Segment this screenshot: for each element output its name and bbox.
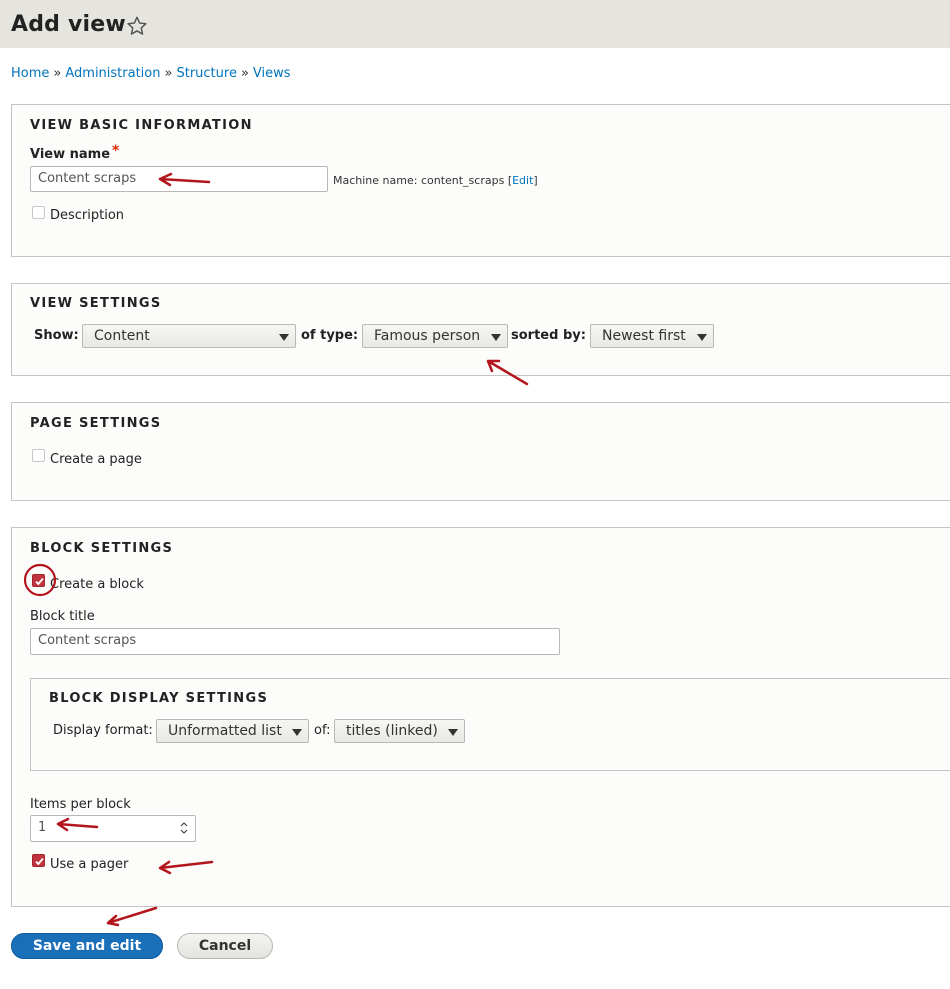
star-icon[interactable] <box>126 15 148 37</box>
chevron-down-icon <box>292 729 302 736</box>
description-checkbox[interactable] <box>32 206 45 219</box>
page-title: Add view <box>11 12 126 37</box>
use-pager-checkbox[interactable] <box>32 854 45 867</box>
items-per-block-input[interactable]: 1 <box>30 815 196 842</box>
block-settings-legend: BLOCK SETTINGS <box>30 541 174 556</box>
of-select[interactable]: titles (linked) <box>334 719 465 743</box>
sorted-select-value: Newest first <box>602 328 686 344</box>
chevron-down-icon <box>279 334 289 341</box>
breadcrumb-home[interactable]: Home <box>11 66 49 81</box>
page-settings-panel: PAGE SETTINGS Create a page <box>11 402 950 501</box>
create-page-checkbox[interactable] <box>32 449 45 462</box>
of-select-value: titles (linked) <box>346 723 438 739</box>
breadcrumb-separator: » <box>240 66 249 81</box>
breadcrumb-structure[interactable]: Structure <box>176 66 236 81</box>
stepper-arrows-icon[interactable] <box>179 820 189 836</box>
chevron-down-icon <box>491 334 501 341</box>
items-per-block-label: Items per block <box>30 797 131 812</box>
breadcrumb-separator: » <box>53 66 62 81</box>
display-format-value: Unformatted list <box>168 723 282 739</box>
cancel-button[interactable]: Cancel <box>177 933 273 959</box>
sorted-select[interactable]: Newest first <box>590 324 714 348</box>
machine-name-value: Machine name: content_scraps <box>333 174 505 187</box>
page-settings-legend: PAGE SETTINGS <box>30 416 162 431</box>
show-select-value: Content <box>94 328 150 344</box>
view-basic-information-panel: VIEW BASIC INFORMATION View name * Conte… <box>11 104 950 257</box>
block-settings-panel: BLOCK SETTINGS Create a block Block titl… <box>11 527 950 907</box>
sorted-by-label: sorted by: <box>511 328 586 343</box>
block-title-label: Block title <box>30 609 95 624</box>
arrow-icon <box>106 906 158 927</box>
block-display-settings-legend: BLOCK DISPLAY SETTINGS <box>49 691 269 706</box>
view-basic-information-legend: VIEW BASIC INFORMATION <box>30 118 253 133</box>
show-label: Show: <box>34 328 79 343</box>
view-settings-panel: VIEW SETTINGS Show: Content of type: Fam… <box>11 283 950 376</box>
create-page-label: Create a page <box>50 452 142 467</box>
page-header: Add view <box>0 0 950 48</box>
chevron-down-icon <box>448 729 458 736</box>
save-and-edit-button[interactable]: Save and edit <box>11 933 163 959</box>
checkmark-icon <box>35 577 44 586</box>
view-name-input[interactable]: Content scraps <box>30 166 328 192</box>
block-display-settings-panel: BLOCK DISPLAY SETTINGS Display format: U… <box>30 678 950 771</box>
breadcrumb-views[interactable]: Views <box>253 66 291 81</box>
of-label: of: <box>314 723 331 738</box>
breadcrumb: Home» Administration» Structure» Views <box>11 66 291 81</box>
machine-name-text: Machine name: content_scraps [Edit] <box>333 174 538 187</box>
checkmark-icon <box>35 857 44 866</box>
create-block-checkbox[interactable] <box>32 574 45 587</box>
description-label: Description <box>50 208 125 223</box>
type-select[interactable]: Famous person <box>362 324 508 348</box>
create-block-label: Create a block <box>50 577 144 592</box>
use-pager-label: Use a pager <box>50 857 129 872</box>
required-marker: * <box>112 143 120 159</box>
breadcrumb-administration[interactable]: Administration <box>65 66 160 81</box>
items-per-block-value: 1 <box>38 820 47 835</box>
type-select-value: Famous person <box>374 328 481 344</box>
display-format-select[interactable]: Unformatted list <box>156 719 309 743</box>
breadcrumb-separator: » <box>164 66 173 81</box>
edit-bracket-close: ] <box>533 174 538 187</box>
of-type-label: of type: <box>301 328 359 343</box>
view-settings-legend: VIEW SETTINGS <box>30 296 162 311</box>
block-title-input[interactable]: Content scraps <box>30 628 560 655</box>
display-format-label: Display format: <box>53 723 153 738</box>
chevron-down-icon <box>697 334 707 341</box>
machine-name-edit-link[interactable]: Edit <box>512 174 533 187</box>
show-select[interactable]: Content <box>82 324 296 348</box>
view-name-label: View name <box>30 147 111 162</box>
